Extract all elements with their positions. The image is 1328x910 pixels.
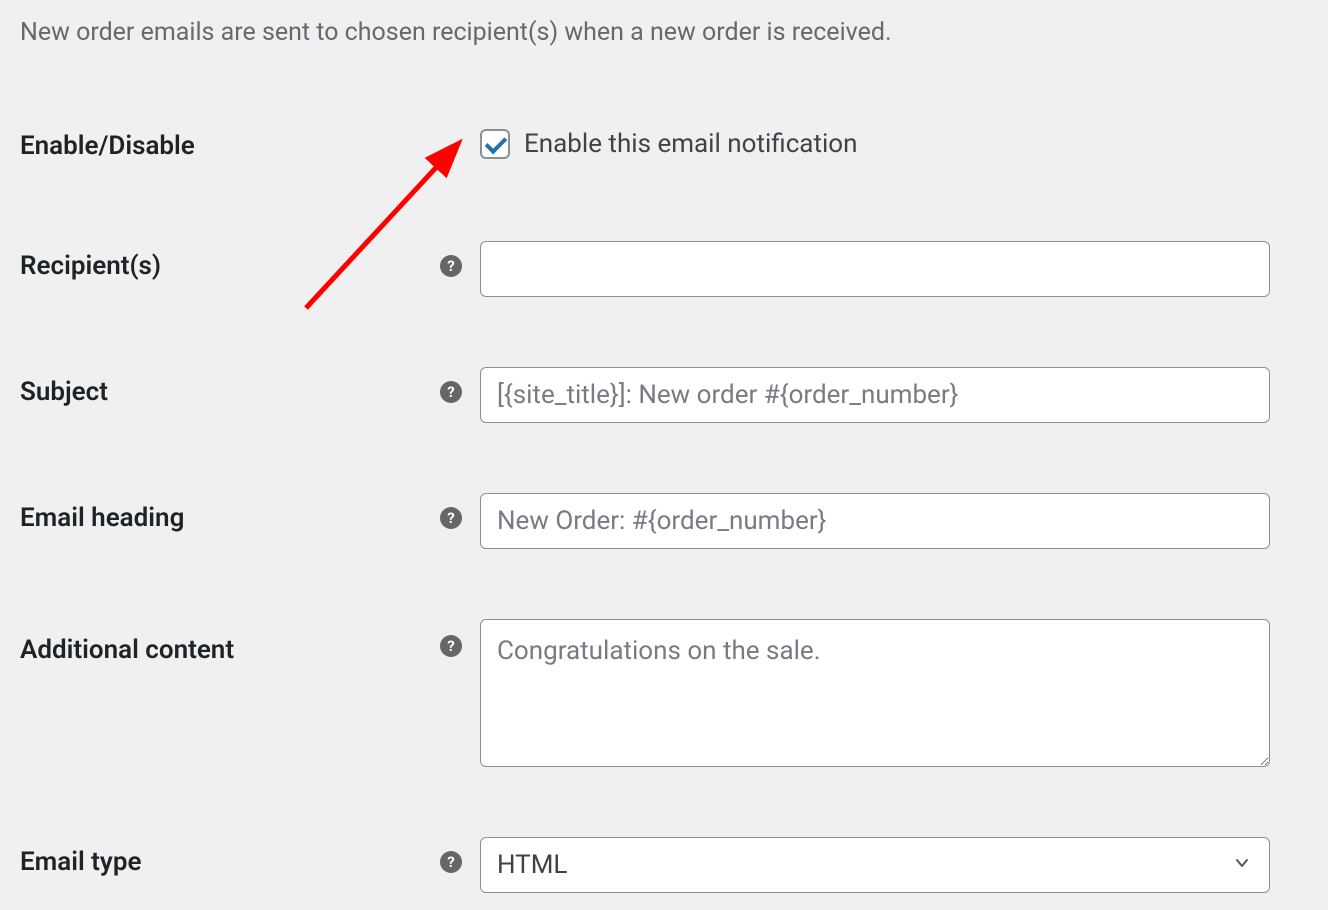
row-email-heading: Email heading ? xyxy=(20,493,1308,549)
label-email-type: Email type xyxy=(20,837,440,877)
input-email-heading[interactable] xyxy=(480,493,1270,549)
help-icon[interactable]: ? xyxy=(440,851,462,873)
label-email-heading: Email heading xyxy=(20,493,440,533)
label-recipients: Recipient(s) xyxy=(20,241,440,281)
row-additional-content: Additional content ? xyxy=(20,619,1308,767)
row-recipients: Recipient(s) ? xyxy=(20,241,1308,297)
label-subject: Subject xyxy=(20,367,440,407)
select-email-type[interactable]: HTML xyxy=(480,837,1270,893)
label-additional-content: Additional content xyxy=(20,619,440,665)
help-icon[interactable]: ? xyxy=(440,381,462,403)
input-recipients[interactable] xyxy=(480,241,1270,297)
label-enable-disable: Enable/Disable xyxy=(20,127,440,161)
help-icon[interactable]: ? xyxy=(440,255,462,277)
row-subject: Subject ? xyxy=(20,367,1308,423)
row-email-type: Email type ? HTML xyxy=(20,837,1308,893)
page-description: New order emails are sent to chosen reci… xyxy=(20,18,1308,47)
row-enable-disable: Enable/Disable Enable this email notific… xyxy=(20,127,1308,161)
textarea-additional-content[interactable] xyxy=(480,619,1270,767)
help-icon[interactable]: ? xyxy=(440,507,462,529)
checkbox-enable-notification[interactable] xyxy=(480,129,510,159)
input-subject[interactable] xyxy=(480,367,1270,423)
help-icon[interactable]: ? xyxy=(440,635,462,657)
checkbox-enable-label[interactable]: Enable this email notification xyxy=(524,129,857,159)
